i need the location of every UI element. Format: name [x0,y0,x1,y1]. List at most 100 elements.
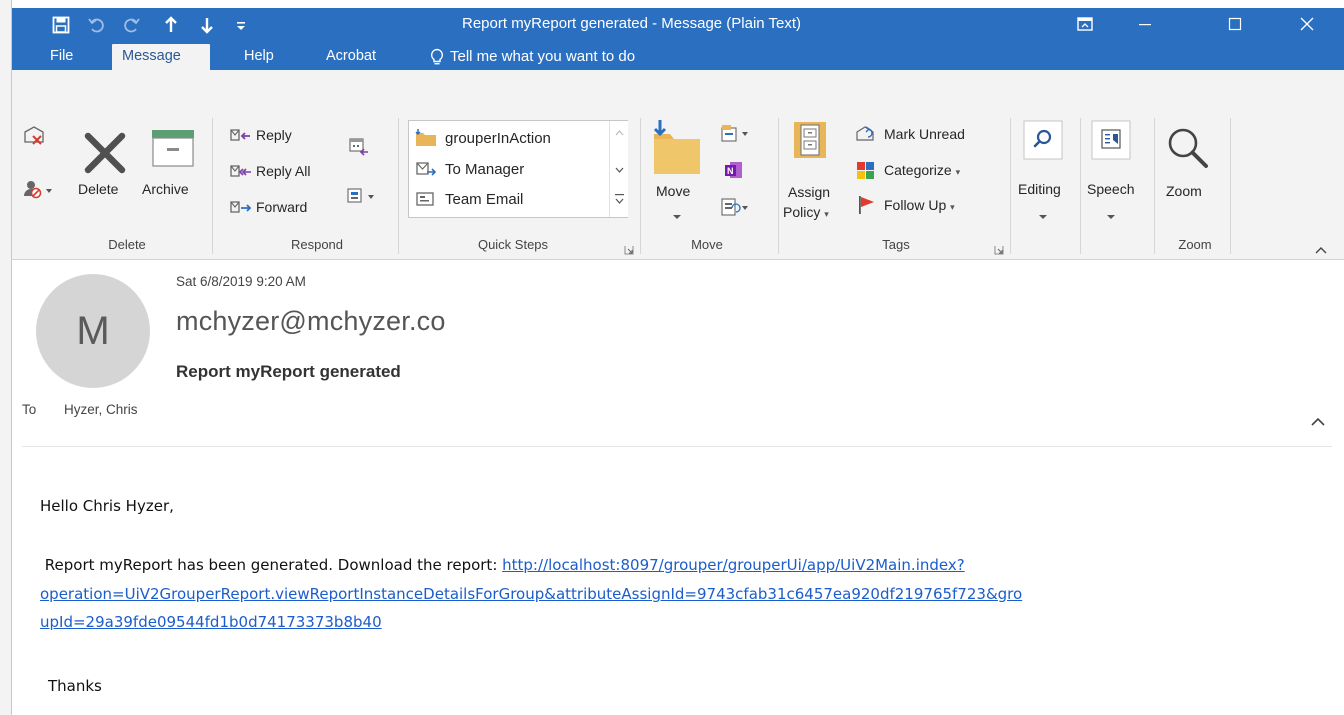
sender-address[interactable]: mchyzer@mchyzer.co [176,306,446,337]
ribbon: Delete Archive Delete Reply Reply All Fo… [12,70,1344,260]
group-separator [1154,118,1155,254]
meeting-reply-icon[interactable] [348,136,370,162]
title-bar: Report myReport generated - Message (Pla… [12,8,1344,70]
message-date: Sat 6/8/2019 9:20 AM [176,274,306,289]
close-icon[interactable] [1284,8,1330,40]
tab-help[interactable]: Help [234,44,284,70]
move-button[interactable]: Move [656,183,690,199]
mark-unread-icon [854,124,878,148]
editing-search-icon[interactable] [1023,120,1063,164]
assign-policy-icon[interactable] [792,120,828,164]
title-row: Report myReport generated - Message (Pla… [12,8,1344,40]
background-window-edge [0,0,12,715]
redo-icon[interactable] [116,12,146,38]
folder-move-icon [415,129,436,146]
reply-icon [228,126,254,150]
quick-steps-gallery: grouperInAction To Manager Team Email [408,120,628,218]
quick-step-label: Team Email [445,190,524,208]
forward-button[interactable]: Forward [256,199,307,215]
group-separator [1010,118,1011,254]
body-thanks: Thanks [48,677,102,695]
ribbon-tabs: File Message Help Acrobat Tell me what y… [12,40,1344,70]
save-icon[interactable] [46,12,76,38]
tab-file[interactable]: File [40,44,83,70]
editing-button[interactable]: Editing [1018,181,1061,197]
onenote-icon[interactable]: N [724,160,744,184]
tab-message[interactable]: Message [112,44,210,70]
undo-icon[interactable] [82,12,112,38]
follow-up-flag-icon [856,194,878,220]
report-link-part-2[interactable]: operation=UiV2GrouperReport.viewReportIn… [40,585,1022,603]
reply-all-icon [228,162,254,186]
collapse-header-chevron-up-icon[interactable] [1308,412,1328,432]
message-subject: Report myReport generated [176,362,401,381]
body-report-text: Report myReport has been generated. Down… [40,556,503,574]
delete-icon[interactable] [82,130,128,180]
group-separator [778,118,779,254]
collapse-ribbon-chevron-up-icon[interactable] [1314,240,1328,259]
ribbon-display-options-icon[interactable] [1062,8,1108,40]
zoom-magnifier-icon[interactable] [1164,124,1212,176]
delete-button[interactable]: Delete [78,181,118,197]
archive-button[interactable]: Archive [142,181,189,197]
minimize-icon[interactable] [1122,8,1168,40]
categorize-icon [854,160,878,186]
next-item-arrow-down-icon[interactable] [192,12,222,38]
assign-policy-button[interactable]: Policy ▾ [783,204,829,220]
categorize-button[interactable]: Categorize ▾ [884,162,960,178]
report-link-part-1[interactable]: http://localhost:8097/grouper/grouperUi/… [502,556,965,574]
rules-icon[interactable] [718,122,752,148]
quick-step-team-email[interactable]: Team Email [415,187,523,211]
follow-up-label: Follow Up [884,197,947,213]
quick-step-label: grouperInAction [445,129,551,147]
policy-dropdown-arrow-icon: ▾ [824,209,829,219]
quick-steps-dialog-launcher[interactable] [624,240,634,255]
header-divider [22,446,1332,447]
delete-group-label: Delete [108,237,146,252]
quick-step-grouperinaction[interactable]: grouperInAction [415,126,551,150]
assign-label[interactable]: Assign [788,184,830,200]
follow-up-button[interactable]: Follow Up ▾ [884,197,955,213]
group-separator [1230,118,1231,254]
archive-icon[interactable] [150,128,196,172]
speech-button[interactable]: Speech [1087,181,1134,197]
forward-icon [228,198,254,222]
move-folder-icon[interactable] [650,118,704,180]
speech-read-aloud-icon[interactable] [1091,120,1131,164]
group-separator [640,118,641,254]
recipient-name[interactable]: Hyzer, Chris [64,402,138,417]
move-group-label: Move [691,237,723,252]
junk-icon[interactable] [22,178,56,204]
reply-button[interactable]: Reply [256,127,292,143]
quick-steps-group-label: Quick Steps [477,237,549,252]
group-separator [212,118,213,254]
mark-unread-button[interactable]: Mark Unread [884,126,965,142]
policy-label: Policy [783,204,821,220]
reply-all-button[interactable]: Reply All [256,163,310,179]
customize-quick-access-icon[interactable] [226,12,256,38]
group-separator [1080,118,1081,254]
tell-me-search[interactable]: Tell me what you want to do [430,44,635,70]
outlook-message-window: Report myReport generated - Message (Pla… [0,0,1344,715]
tags-dialog-launcher[interactable] [994,240,1004,255]
lightbulb-icon [430,48,444,65]
respond-group-label: Respond [290,237,344,252]
categorize-dropdown-arrow-icon: ▾ [955,167,961,177]
editing-dropdown-arrow-icon[interactable] [1038,206,1048,225]
quick-step-label: To Manager [445,160,525,178]
maximize-icon[interactable] [1212,8,1258,40]
group-separator [398,118,399,254]
actions-icon[interactable] [718,196,752,222]
ignore-icon[interactable] [22,124,46,152]
zoom-button[interactable]: Zoom [1166,183,1202,199]
more-respond-icon[interactable] [346,186,378,210]
speech-dropdown-arrow-icon[interactable] [1106,206,1116,225]
previous-item-arrow-up-icon[interactable] [156,12,186,38]
quick-steps-scrollbar[interactable] [609,121,628,217]
report-link-part-3[interactable]: upId=29a39fde09544fd1b0d74173373b8b40 [40,613,382,631]
svg-text:N: N [727,166,734,176]
tab-acrobat[interactable]: Acrobat [316,44,386,70]
follow-up-dropdown-arrow-icon: ▾ [950,202,955,212]
quick-step-to-manager[interactable]: To Manager [415,157,524,181]
move-dropdown-arrow-icon[interactable] [672,206,682,225]
